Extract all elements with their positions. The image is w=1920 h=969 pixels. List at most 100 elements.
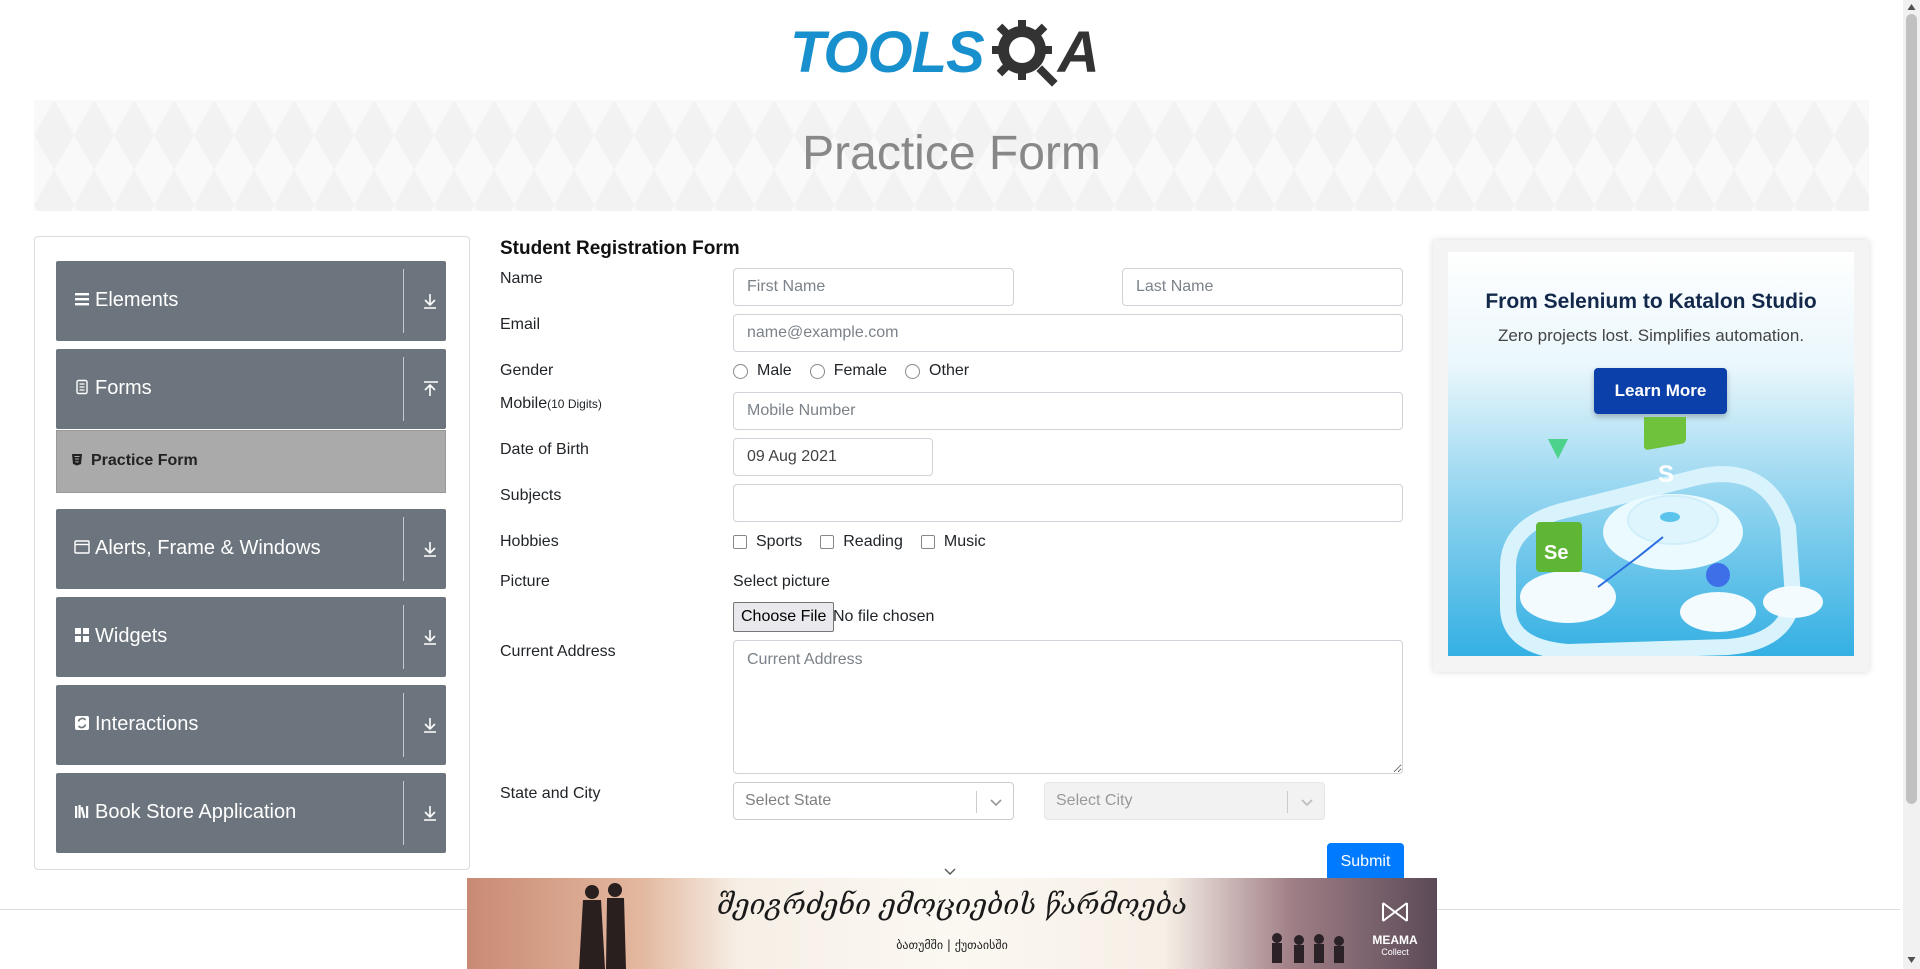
hobbies-checkbox-group: Sports Reading Music [733, 533, 1004, 551]
gender-option-label: Female [833, 362, 888, 379]
expand-icon[interactable] [422, 804, 438, 822]
city-select[interactable]: Select City [1044, 782, 1325, 820]
state-city-label: State and City [500, 785, 601, 802]
gear-q-icon [991, 20, 1058, 87]
chevron-down-icon[interactable] [1300, 795, 1314, 809]
window-icon [74, 540, 90, 554]
hobby-option-reading[interactable]: Reading [820, 533, 903, 551]
bottom-ad-title: შეიგრძენი ემოციების წარმოება [716, 888, 1188, 921]
hobby-option-label: Music [943, 533, 986, 550]
toolsqa-logo[interactable]: TOOLS A [790, 14, 1116, 90]
subjects-input[interactable] [733, 484, 1403, 522]
submit-button[interactable]: Submit [1327, 843, 1404, 881]
gender-option-label: Male [757, 362, 792, 379]
sidebar-group-widgets[interactable]: Widgets [56, 597, 446, 677]
mobile-input[interactable] [733, 392, 1403, 430]
first-name-input[interactable] [733, 268, 1014, 306]
sidebar-group-book-store[interactable]: Book Store Application [56, 773, 446, 853]
gender-option-label: Other [929, 362, 970, 379]
radio-button[interactable] [905, 363, 921, 379]
divider [976, 791, 977, 813]
learn-more-button[interactable]: Learn More [1594, 368, 1727, 414]
divider [403, 357, 404, 421]
checkbox[interactable] [733, 535, 747, 549]
site-header: TOOLS A [0, 0, 1900, 100]
mobile-hint: (10 Digits) [547, 397, 602, 411]
expand-icon[interactable] [422, 716, 438, 734]
sidebar-group-forms[interactable]: Forms [56, 349, 446, 429]
hobby-option-label: Reading [843, 533, 903, 550]
scroll-down-arrow-icon[interactable] [1907, 956, 1916, 964]
logo-qa: A [988, 16, 1100, 88]
address-label: Current Address [500, 643, 616, 660]
sidebar-item-practice-form[interactable]: Practice Form [56, 430, 446, 493]
sidebar-group-interactions[interactable]: Interactions [56, 685, 446, 765]
choose-file-button[interactable]: Choose File [733, 602, 835, 632]
brand-name: MEAMA [1372, 933, 1418, 947]
email-input[interactable] [733, 314, 1403, 352]
expand-icon[interactable] [422, 628, 438, 646]
scroll-up-arrow-icon[interactable] [1907, 3, 1916, 11]
sidebar-group-label: Elements [95, 289, 179, 311]
gender-option-other[interactable]: Other [905, 362, 969, 380]
form-title: Student Registration Form [500, 238, 740, 259]
divider [403, 269, 404, 333]
file-status: No file chosen [833, 608, 935, 625]
bottom-ad[interactable]: შეიგრძენი ემოციების წარმოება ბათუმში | ქ… [467, 878, 1437, 969]
subjects-label: Subjects [500, 487, 562, 504]
meama-logo-icon [1382, 902, 1408, 922]
radio-button[interactable] [733, 363, 748, 379]
gender-option-female[interactable]: Female [809, 362, 888, 380]
divider [403, 517, 404, 581]
brand-subtitle: Collect [1381, 947, 1409, 957]
sidebar-group-elements[interactable]: Elements [56, 261, 446, 341]
interactions-icon [75, 716, 89, 730]
logo-text-tools: TOOLS [790, 19, 985, 85]
dob-input[interactable] [733, 438, 933, 476]
email-label: Email [500, 316, 541, 333]
sidebar-item-label: Practice Form [91, 452, 198, 469]
svg-text:S: S [1658, 461, 1674, 488]
last-name-input[interactable] [1122, 268, 1403, 306]
sidebar-group-label: Interactions [95, 713, 199, 735]
right-ad-frame: From Selenium to Katalon Studio Zero pro… [1433, 240, 1869, 672]
expand-icon[interactable] [422, 292, 438, 310]
current-address-input[interactable] [733, 640, 1403, 774]
collapse-icon[interactable] [422, 380, 438, 398]
ad-title: From Selenium to Katalon Studio [1485, 290, 1817, 313]
hobby-option-music[interactable]: Music [920, 533, 986, 551]
ad-illustration: S Se [1500, 417, 1823, 656]
books-icon [75, 805, 89, 819]
radio-button[interactable] [809, 363, 825, 379]
dob-label: Date of Birth [500, 441, 589, 458]
page-banner: Practice Form [34, 100, 1869, 211]
expand-icon[interactable] [422, 540, 438, 558]
svg-text:Se: Se [1544, 542, 1568, 564]
hobbies-label: Hobbies [500, 533, 559, 550]
picture-label: Picture [500, 573, 550, 590]
name-label: Name [500, 270, 543, 287]
katalon-ad[interactable]: From Selenium to Katalon Studio Zero pro… [1448, 252, 1854, 656]
gender-option-male[interactable]: Male [733, 362, 792, 380]
chevron-down-icon[interactable] [943, 864, 957, 878]
checkbox[interactable] [920, 535, 935, 549]
gender-label: Gender [500, 362, 554, 379]
state-select[interactable]: Select State [733, 782, 1014, 820]
page-title: Practice Form [802, 127, 1101, 180]
sidebar-group-label: Forms [95, 377, 152, 399]
divider [403, 693, 404, 757]
chevron-down-icon[interactable] [989, 795, 1003, 809]
hobby-option-sports[interactable]: Sports [733, 533, 802, 551]
mobile-label: Mobile(10 Digits) [500, 395, 602, 413]
hamburger-icon [75, 293, 89, 306]
scrollbar-thumb[interactable] [1906, 14, 1917, 804]
page-scrollbar[interactable] [1903, 0, 1920, 969]
mobile-label-text: Mobile [500, 395, 548, 412]
sidebar-group-alerts[interactable]: Alerts, Frame & Windows [56, 509, 446, 589]
ad-subtitle: Zero projects lost. Simplifies automatio… [1497, 326, 1805, 345]
gender-radio-group: Male Female Other [733, 362, 987, 380]
meama-brand: MEAMA Collect [1365, 900, 1425, 957]
html-icon [72, 454, 82, 466]
city-select-placeholder: Select City [1056, 792, 1133, 809]
checkbox[interactable] [820, 535, 835, 549]
